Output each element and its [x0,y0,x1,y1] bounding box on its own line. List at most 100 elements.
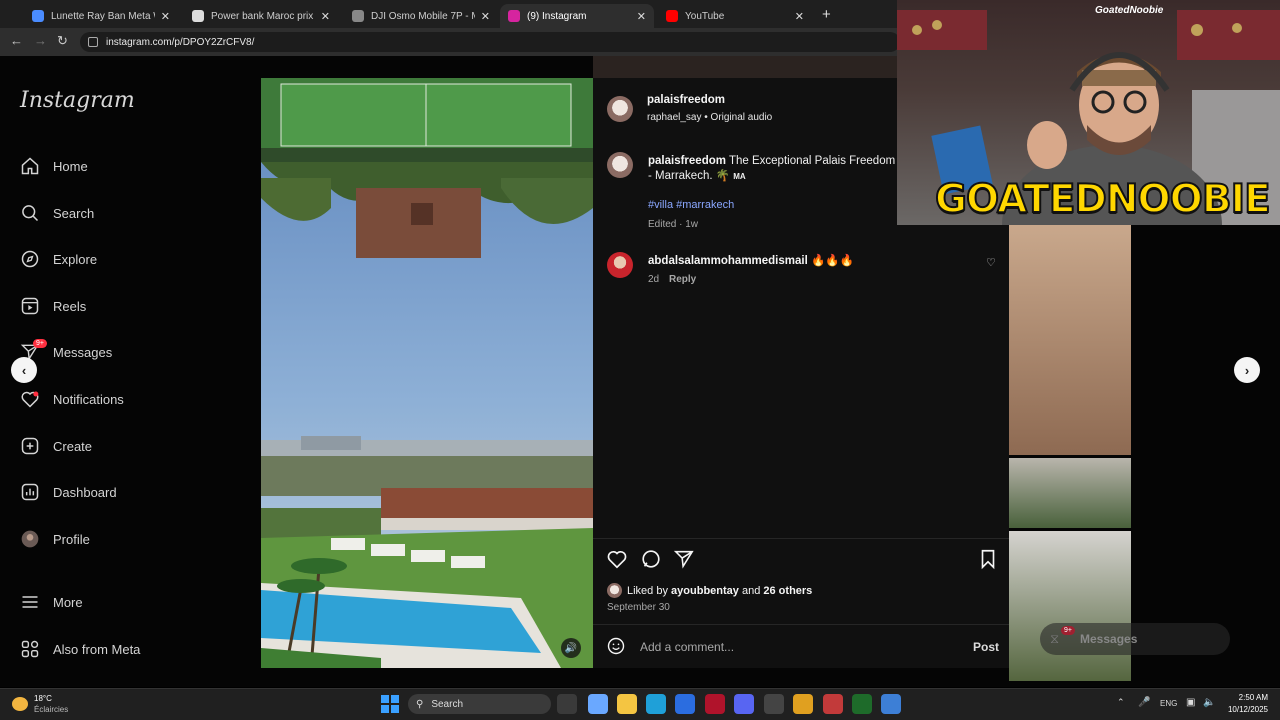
comment-reply-button[interactable]: Reply [669,274,696,285]
forward-icon[interactable]: → [34,33,47,48]
site-info-icon[interactable] [88,37,98,47]
liked-by-user[interactable]: ayoubbentay [671,585,739,597]
caption-username[interactable]: palaisfreedom [648,155,726,167]
store-icon[interactable] [675,694,695,714]
post-video[interactable]: 🔊 [261,78,593,668]
tab-favicon-icon [32,10,44,22]
next-post-button[interactable]: › [1234,357,1260,383]
reload-icon[interactable]: ↻ [57,33,68,49]
nav-item-notifications[interactable]: Notifications [20,386,124,412]
clock-date[interactable]: 10/12/2025 [1222,705,1268,714]
nav-item-label: Reels [53,298,87,314]
comment-like-icon[interactable]: ♡ [986,256,996,269]
terminal-icon[interactable] [852,694,872,714]
previous-post-button[interactable]: ‹ [11,357,37,383]
messenger-icon: ⧖ [1050,631,1060,646]
chrome-icon[interactable] [793,694,813,714]
task-view-icon[interactable] [557,694,577,714]
obs-icon[interactable] [764,694,784,714]
caption-avatar[interactable] [607,152,633,178]
microphone-icon[interactable]: 🎤 [1138,697,1150,708]
search-icon [20,203,40,223]
nav-item-more[interactable]: More [20,589,83,615]
post-comment-button[interactable]: Post [973,640,999,654]
windows-taskbar [0,688,1280,720]
tab-title: YouTube [685,10,725,22]
author-avatar[interactable] [607,96,633,122]
commenter-avatar[interactable] [607,252,633,278]
browser-tab[interactable]: (9) Instagram ✕ [500,4,654,28]
instagram-logo[interactable]: Instagram [20,88,135,113]
resort-video-frame [261,78,593,668]
nav-item-label: Explore [53,251,98,267]
copilot-icon[interactable] [588,694,608,714]
browser-tab[interactable]: YouTube ✕ [658,4,812,28]
divider [593,624,1009,625]
app-icon[interactable] [705,694,725,714]
tab-close-icon[interactable]: ✕ [481,10,490,23]
audio-subtitle[interactable]: raphael_say • Original audio [647,112,772,123]
tab-favicon-icon [192,10,204,22]
discord-icon[interactable] [734,694,754,714]
browser-tab[interactable]: Power bank Maroc prix très co ✕ [184,4,338,28]
nav-item-also-from-meta[interactable]: Also from Meta [20,636,140,662]
edge-icon[interactable] [646,694,666,714]
notepad-icon[interactable] [881,694,901,714]
comment-icon[interactable] [640,548,662,575]
tab-close-icon[interactable]: ✕ [161,10,170,23]
windows-start-icon[interactable] [381,695,399,713]
weather-icon[interactable] [12,697,28,711]
nav-item-search[interactable]: Search [20,200,94,226]
app-icon[interactable] [823,694,843,714]
home-icon [20,156,40,176]
nav-item-create[interactable]: Create [20,433,92,459]
messages-pill-label: Messages [1080,632,1138,646]
nav-item-reels[interactable]: Reels [20,293,86,319]
tab-title: Lunette Ray Ban Meta Wayfarer [51,10,155,22]
nav-item-dashboard[interactable]: Dashboard [20,479,117,505]
volume-icon[interactable]: 🔊 [561,638,581,658]
tab-title: DJI Osmo Mobile 7P - Midox S [371,10,475,22]
like-icon[interactable] [606,548,628,575]
messages-pill-badge: 9+ [1061,626,1075,635]
language-indicator[interactable]: ENG [1160,699,1177,708]
menu-icon [20,592,40,612]
tab-close-icon[interactable]: ✕ [321,10,330,23]
taskbar-search[interactable]: ⚲ Search [408,694,551,714]
weather-temp[interactable]: 18°C [34,694,52,703]
back-icon[interactable]: ← [10,33,23,48]
file-explorer-icon[interactable] [617,694,637,714]
new-tab-button[interactable]: + [822,6,831,23]
show-hidden-icons[interactable]: ⌃ [1117,697,1125,708]
nav-item-label: Home [53,158,88,174]
nav-item-label: Notifications [53,391,124,407]
volume-tray-icon[interactable]: 🔈 [1203,697,1215,708]
author-username[interactable]: palaisfreedom [647,94,725,106]
network-icon[interactable]: ▣ [1186,697,1195,708]
caption-hashtags[interactable]: #villa #marrakech [648,199,734,211]
meta-icon [20,639,40,659]
browser-tab[interactable]: DJI Osmo Mobile 7P - Midox S ✕ [344,4,498,28]
taskbar-search-placeholder: Search [431,698,464,710]
avatar-icon [20,529,40,549]
tab-close-icon[interactable]: ✕ [637,10,646,23]
liked-by-others[interactable]: 26 others [763,585,812,597]
comment-username[interactable]: abdalsalammohammedismail [648,255,808,267]
browser-tab[interactable]: Lunette Ray Ban Meta Wayfarer ✕ [24,4,178,28]
nav-item-explore[interactable]: Explore [20,246,97,272]
share-icon[interactable] [673,548,695,575]
clock-time[interactable]: 2:50 AM [1226,693,1268,702]
search-icon: ⚲ [416,698,424,710]
heart-icon [20,389,40,409]
caption-flag: MA [733,172,746,181]
comment-input[interactable]: Add a comment... [640,640,734,654]
nav-item-profile[interactable]: Profile [20,526,90,552]
bookmark-icon[interactable] [977,548,999,575]
address-bar[interactable]: instagram.com/p/DPOY2ZrCFV8/ [80,32,900,52]
compass-icon [20,249,40,269]
emoji-icon[interactable] [606,636,626,661]
tab-close-icon[interactable]: ✕ [795,10,804,23]
nav-item-home[interactable]: Home [20,153,88,179]
webcam-overlay: GOATEDNOOBIE GoatedNoobie [897,0,1280,225]
liked-by-prefix: Liked by [627,585,668,597]
